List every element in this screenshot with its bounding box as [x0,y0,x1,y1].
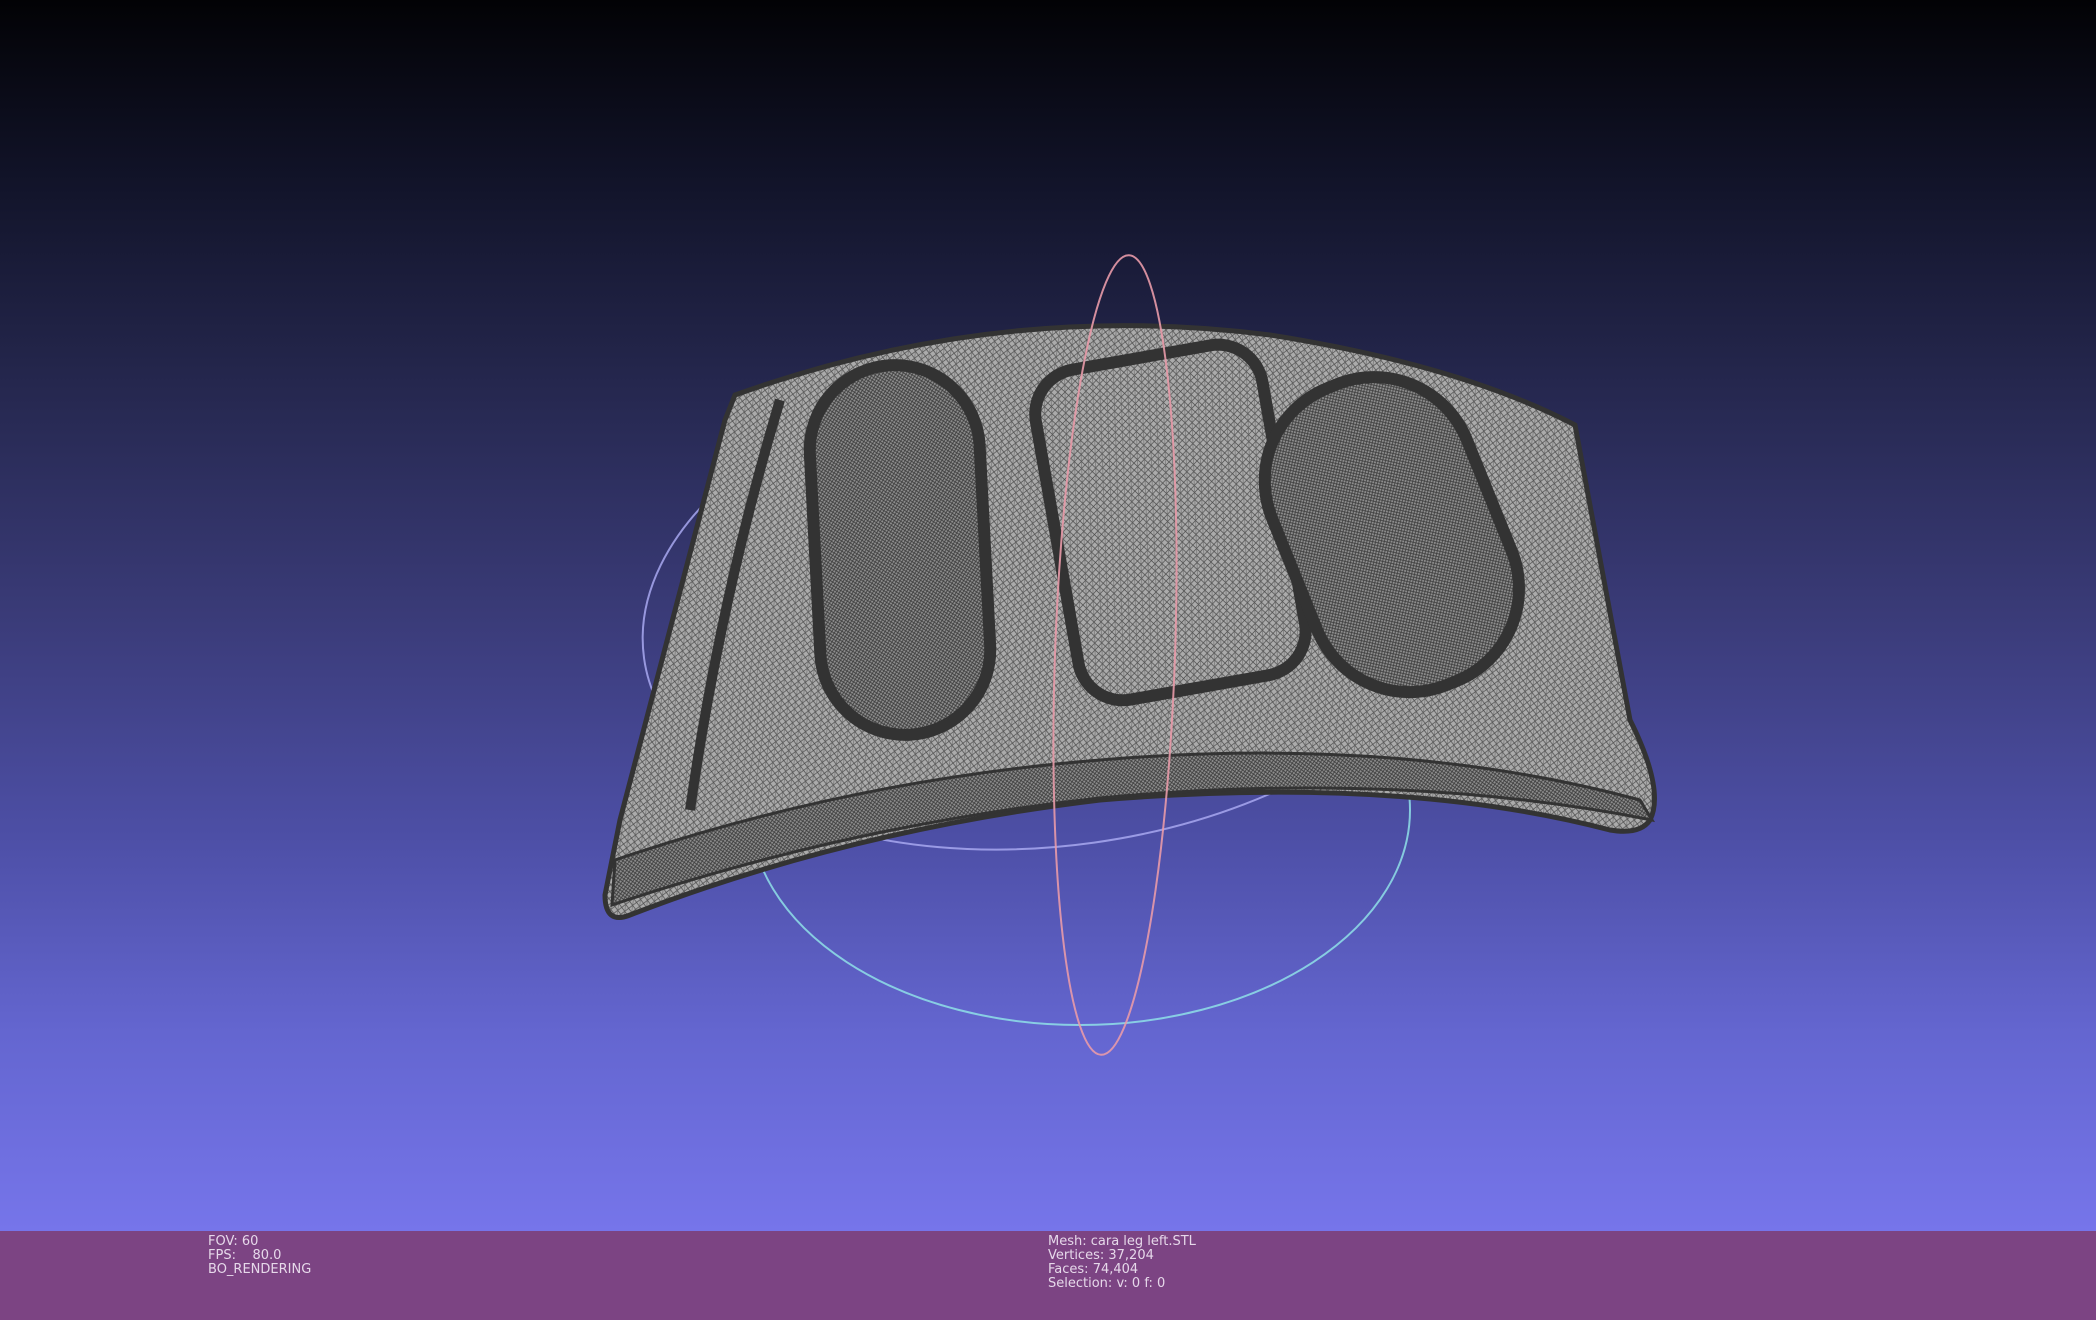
mesh-label: Mesh: [1048,1234,1087,1249]
fov-readout: FOV: 60 [208,1235,311,1249]
fov-value: 60 [241,1234,259,1249]
render-mode: BO_RENDERING [208,1262,312,1277]
fps-value: 80.0 [252,1248,282,1263]
mesh-info: Mesh: cara leg left.STL Vertices: 37,204… [1048,1235,1196,1291]
3d-viewport[interactable] [0,0,2096,1231]
selection-readout: Selection: v: 0 f: 0 [1048,1277,1196,1291]
fps-readout: FPS: 80.0 [208,1249,311,1263]
mesh-model[interactable] [602,323,1657,920]
fps-label: FPS: [208,1248,236,1263]
selection-value: v: 0 f: 0 [1116,1276,1166,1291]
render-info: FOV: 60 FPS: 80.0 BO_RENDERING [208,1235,311,1277]
vertices-readout: Vertices: 37,204 [1048,1249,1196,1263]
faces-label: Faces: [1048,1262,1089,1277]
status-bar: FOV: 60 FPS: 80.0 BO_RENDERING Mesh: car… [0,1231,2096,1320]
viewport-canvas[interactable] [0,0,2096,1231]
mesh-readout: Mesh: cara leg left.STL [1048,1235,1196,1249]
selection-label: Selection: [1048,1276,1113,1291]
faces-count: 74,404 [1092,1262,1139,1277]
vertices-count: 37,204 [1108,1248,1154,1263]
vertices-label: Vertices: [1048,1248,1105,1263]
fov-label: FOV: [208,1234,238,1249]
faces-readout: Faces: 74,404 [1048,1263,1196,1277]
mesh-name: cara leg left.STL [1090,1234,1196,1249]
mesh-slot-left [803,359,997,741]
